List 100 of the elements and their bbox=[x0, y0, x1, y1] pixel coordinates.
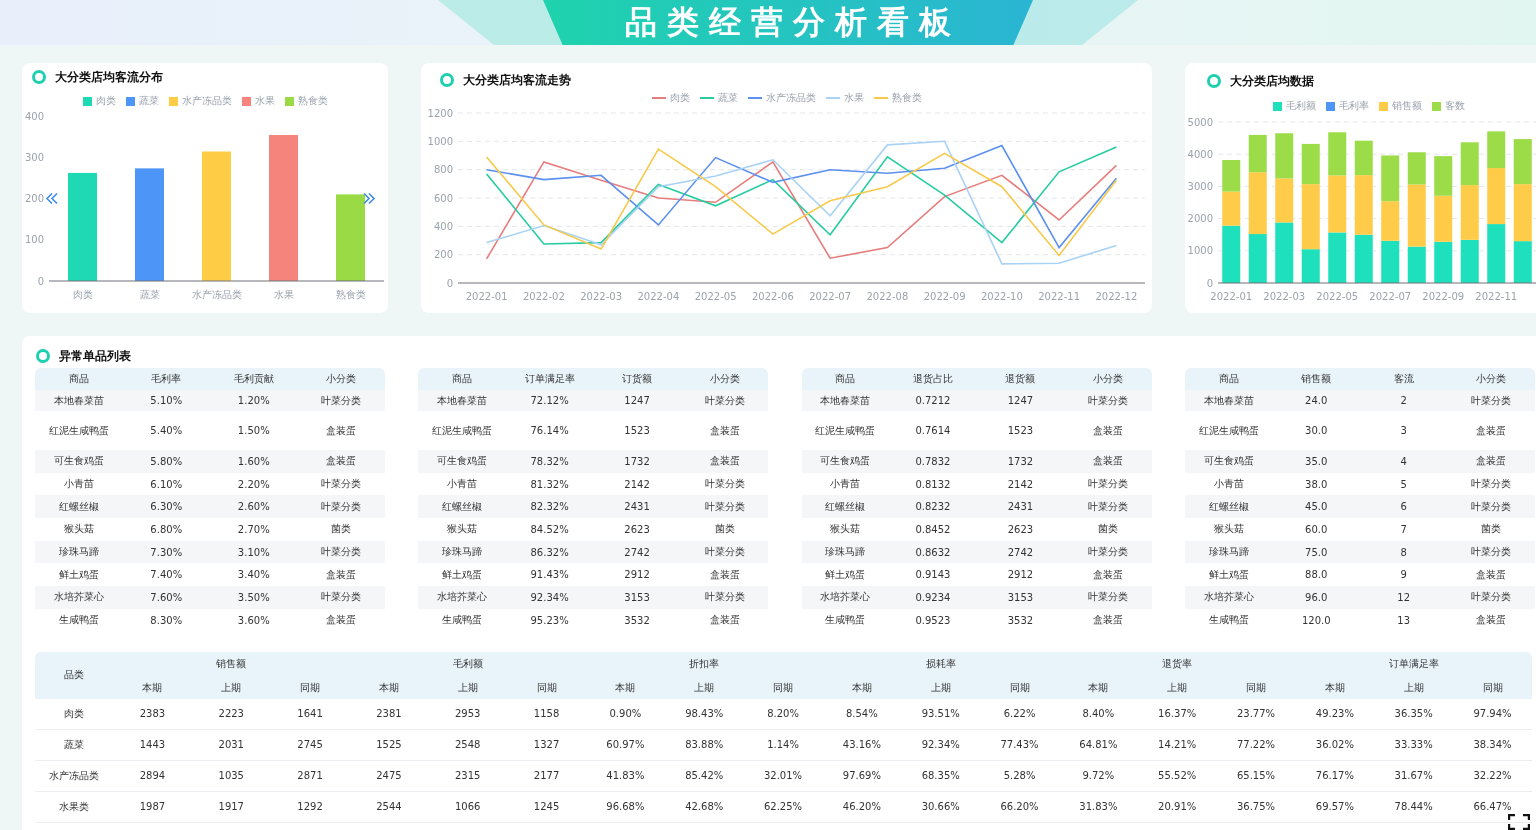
page-title: 品类经营分析看板 bbox=[543, 0, 1033, 45]
table-cell: 红螺丝椒 bbox=[801, 495, 890, 519]
axis-label: 2022-09 bbox=[923, 291, 966, 302]
table-cell: 3532 bbox=[593, 608, 681, 632]
axis-label: 400 bbox=[433, 220, 453, 232]
table-cell: 42.68% bbox=[664, 791, 744, 822]
table-cell: 0.7832 bbox=[889, 450, 977, 473]
card-title: 大分类店均数据 bbox=[1230, 72, 1314, 90]
table-cell: 水培芥菜心 bbox=[418, 586, 506, 609]
table-cell: 盒装蛋 bbox=[1447, 450, 1535, 473]
table-cell: 0.8132 bbox=[889, 472, 977, 496]
table-cell: 97.69% bbox=[822, 760, 902, 791]
table-cell: 60.97% bbox=[585, 729, 665, 760]
table-cell: 2 bbox=[1360, 390, 1448, 411]
legend-label: 蔬菜 bbox=[717, 91, 738, 105]
table-cell: 7 bbox=[1360, 518, 1448, 541]
table-cell: 叶菜分类 bbox=[1064, 495, 1152, 519]
table-cell: 珍珠马蹄 bbox=[35, 540, 123, 564]
table-cell: 2894 bbox=[113, 760, 192, 791]
table-cell: 鲜土鸡蛋 bbox=[801, 563, 890, 587]
column-header: 销售额 bbox=[1272, 368, 1360, 390]
table-cell: 菌类 bbox=[1064, 518, 1152, 541]
double-chevron-right-icon[interactable] bbox=[363, 192, 376, 205]
table-cell: 5.80% bbox=[122, 450, 210, 473]
table-cell: 1327 bbox=[507, 729, 586, 760]
legend-label: 毛利率 bbox=[1338, 99, 1369, 113]
table-cell: 生咸鸭蛋 bbox=[35, 608, 123, 632]
column-header: 退货率 bbox=[1058, 651, 1296, 677]
table-cell: 66.20% bbox=[980, 791, 1059, 822]
legend-label: 水产冻品类 bbox=[181, 94, 232, 108]
table-cell: 2623 bbox=[976, 518, 1065, 541]
table-cell: 41.83% bbox=[585, 760, 665, 791]
table-cell: 1525 bbox=[349, 729, 429, 760]
table-cell: 小青苗 bbox=[801, 472, 890, 496]
double-chevron-left-icon[interactable] bbox=[45, 192, 58, 205]
table-cell: 红泥生咸鸭蛋 bbox=[35, 411, 123, 450]
table-cell: 1523 bbox=[593, 411, 681, 450]
table-cell: 5 bbox=[1360, 472, 1448, 496]
table-cell: 叶菜分类 bbox=[297, 540, 385, 564]
table-cell: 1443 bbox=[113, 729, 192, 760]
table-cell: 叶菜分类 bbox=[1447, 495, 1535, 519]
table-cell: 叶菜分类 bbox=[1447, 472, 1535, 496]
column-header: 上期 bbox=[1374, 676, 1454, 699]
column-header: 同期 bbox=[507, 676, 586, 699]
legend-label: 毛利额 bbox=[1285, 99, 1316, 113]
axis-label: 2022-01 bbox=[1210, 291, 1253, 302]
table-cell: 生咸鸭蛋 bbox=[1185, 608, 1273, 632]
column-header: 折扣率 bbox=[585, 651, 823, 677]
table-cell: 盒装蛋 bbox=[1447, 563, 1535, 587]
table-cell: 鲜土鸡蛋 bbox=[1185, 563, 1273, 587]
column-header: 小分类 bbox=[1447, 368, 1535, 390]
table-cell: 8.30% bbox=[122, 608, 210, 632]
legend-label: 肉类 bbox=[95, 94, 116, 108]
table-cell: 本地春菜苗 bbox=[801, 390, 890, 411]
table-cell: 叶菜分类 bbox=[1064, 540, 1152, 564]
card-title: 异常单品列表 bbox=[59, 347, 131, 365]
axis-label: 3000 bbox=[1187, 180, 1213, 192]
legend-label: 蔬菜 bbox=[138, 94, 159, 108]
column-header: 小分类 bbox=[680, 368, 769, 390]
column-header: 商品 bbox=[801, 368, 890, 390]
table-cell: 2223 bbox=[191, 698, 271, 729]
table-cell: 35.0 bbox=[1272, 450, 1360, 473]
table-cell: 叶菜分类 bbox=[680, 586, 769, 609]
table-cell: 62.25% bbox=[743, 791, 823, 822]
table-cell: 55.52% bbox=[1137, 760, 1217, 791]
table-cell: 7.60% bbox=[122, 586, 210, 609]
axis-label: 2022-05 bbox=[694, 291, 737, 302]
table-cell: 3.40% bbox=[210, 563, 298, 587]
fullscreen-icon[interactable] bbox=[1508, 814, 1530, 830]
table-cell: 盒装蛋 bbox=[297, 563, 385, 587]
table-cell: 盒装蛋 bbox=[1447, 608, 1535, 632]
axis-label: 2022-06 bbox=[752, 291, 794, 302]
legend-label: 销售额 bbox=[1391, 99, 1422, 113]
axis-label: 2022-12 bbox=[1095, 291, 1138, 302]
table-cell: 8.40% bbox=[1058, 698, 1138, 729]
table-cell: 菌类 bbox=[680, 518, 769, 541]
table-cell: 盒装蛋 bbox=[297, 608, 385, 632]
table-cell: 6.80% bbox=[122, 518, 210, 541]
column-header: 订货额 bbox=[593, 368, 681, 390]
table-cell: 小青苗 bbox=[35, 472, 123, 496]
table-cell: 88.0 bbox=[1272, 563, 1360, 587]
axis-label: 2000 bbox=[1187, 213, 1213, 225]
table-cell: 猴头菇 bbox=[35, 518, 123, 541]
table-cell: 2.70% bbox=[210, 518, 298, 541]
table-cell: 92.34% bbox=[505, 586, 594, 609]
table-cell: 1732 bbox=[976, 450, 1065, 473]
table-cell: 33.33% bbox=[1374, 729, 1454, 760]
table-cell: 46.20% bbox=[822, 791, 902, 822]
axis-label: 400 bbox=[24, 110, 44, 122]
table-cell: 31.83% bbox=[1058, 791, 1138, 822]
table-cell: 3153 bbox=[593, 586, 681, 609]
axis-label: 2022-03 bbox=[580, 291, 622, 302]
table-cell: 菌类 bbox=[297, 518, 385, 541]
table-cell: 95.23% bbox=[505, 608, 594, 632]
table-cell: 1247 bbox=[593, 390, 681, 411]
table-cell: 盒装蛋 bbox=[680, 563, 769, 587]
table-cell: 5.28% bbox=[980, 760, 1059, 791]
column-header: 本期 bbox=[349, 676, 429, 699]
table-cell: 叶菜分类 bbox=[1064, 586, 1152, 609]
legend-label: 熟食类 bbox=[891, 91, 922, 105]
